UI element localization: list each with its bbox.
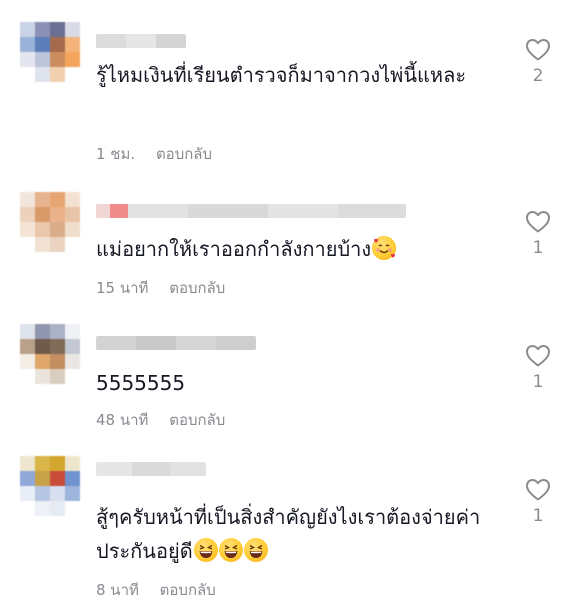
comment-time: 1 ชม. (96, 145, 136, 163)
heart-outline-icon[interactable] (525, 478, 551, 502)
comment-meta: 48 นาที ตอบกลับ (96, 408, 225, 432)
like-count: 1 (532, 506, 544, 526)
comment-time: 48 นาที (96, 411, 149, 429)
heart-outline-icon[interactable] (525, 210, 551, 234)
comment-item: รู้ไหมเงินที่เรียนตำรวจก็มาจากวงไพ่นี้แห… (0, 0, 576, 175)
like-button[interactable]: 1 (520, 478, 556, 526)
comment-text-content: 5555555 (96, 371, 186, 395)
grinning-squinting-face-icon (193, 538, 218, 562)
comment-item: แม่อยากให้เราออกกำลังกายบ้าง 15 นาที ตอบ… (0, 180, 576, 310)
username-blur-overlay (96, 204, 406, 218)
comment-text-content: สู้ๆครับหน้าที่เป็นสิ่งสำคัญยังไงเราต้อง… (96, 505, 481, 563)
comment-text: 5555555 (96, 366, 496, 400)
comment-time: 8 นาที (96, 581, 139, 599)
avatar[interactable] (20, 324, 80, 384)
comment-item: 5555555 48 นาที ตอบกลับ 1 (0, 314, 576, 444)
username-blur-overlay (96, 34, 186, 48)
like-count: 1 (532, 372, 544, 392)
reply-button[interactable]: ตอบกลับ (160, 581, 216, 599)
comment-time: 15 นาที (96, 279, 149, 297)
avatar[interactable] (20, 456, 80, 516)
grinning-squinting-face-icon (243, 538, 268, 562)
comment-meta: 15 นาที ตอบกลับ (96, 276, 225, 300)
username-blur-overlay (96, 336, 256, 350)
heart-outline-icon[interactable] (525, 38, 551, 62)
reply-button[interactable]: ตอบกลับ (169, 279, 225, 297)
like-count: 2 (532, 66, 544, 86)
comment-text: แม่อยากให้เราออกกำลังกายบ้าง (96, 232, 496, 266)
comment-text-content: รู้ไหมเงินที่เรียนตำรวจก็มาจากวงไพ่นี้แห… (96, 63, 467, 87)
comment-meta: 1 ชม. ตอบกลับ (96, 142, 212, 166)
like-button[interactable]: 1 (520, 210, 556, 258)
comment-meta: 8 นาที ตอบกลับ (96, 578, 216, 602)
comment-item: สู้ๆครับหน้าที่เป็นสิ่งสำคัญยังไงเราต้อง… (0, 448, 576, 613)
avatar[interactable] (20, 22, 80, 82)
like-count: 1 (532, 238, 544, 258)
reply-button[interactable]: ตอบกลับ (169, 411, 225, 429)
comment-text-content: แม่อยากให้เราออกกำลังกายบ้าง (96, 237, 372, 261)
like-button[interactable]: 1 (520, 344, 556, 392)
avatar[interactable] (20, 192, 80, 252)
comment-text: สู้ๆครับหน้าที่เป็นสิ่งสำคัญยังไงเราต้อง… (96, 500, 496, 568)
like-button[interactable]: 2 (520, 38, 556, 86)
heart-outline-icon[interactable] (525, 344, 551, 368)
comment-text: รู้ไหมเงินที่เรียนตำรวจก็มาจากวงไพ่นี้แห… (96, 58, 496, 92)
username-blur-overlay (96, 462, 206, 476)
reply-button[interactable]: ตอบกลับ (156, 145, 212, 163)
grinning-squinting-face-icon (218, 538, 243, 562)
smiling-face-with-hearts-icon (372, 236, 397, 260)
